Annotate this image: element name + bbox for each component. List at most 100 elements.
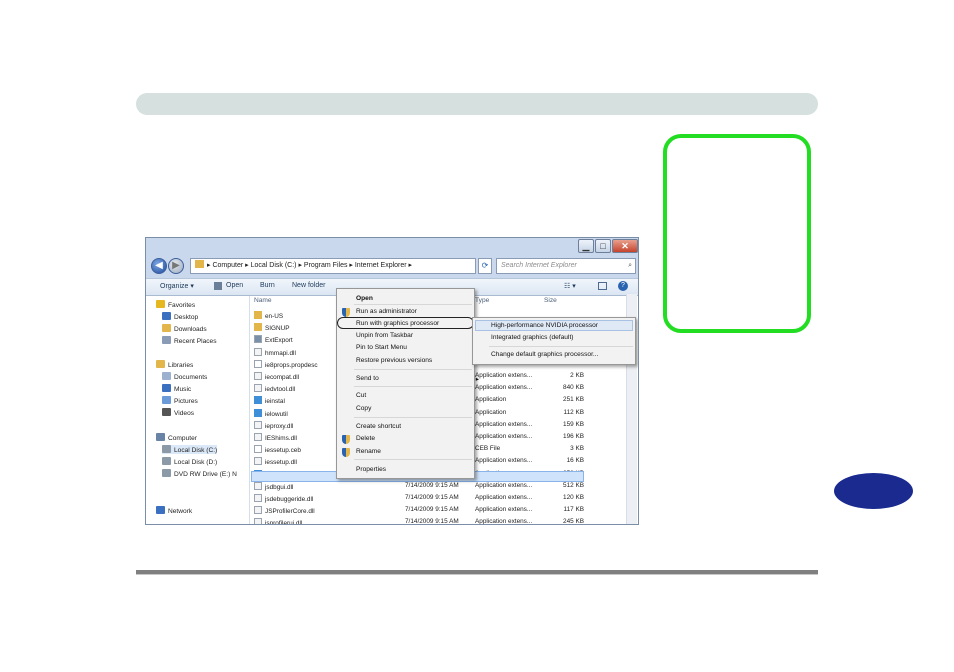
maximize-button[interactable]: □ [595, 239, 611, 253]
header-bar [136, 93, 818, 115]
context-menu-item-properties[interactable]: Properties [356, 466, 471, 473]
nav-item-label: Favorites [168, 302, 196, 309]
file-name: ielowutil [265, 410, 288, 418]
file-name: iessetup.ceb [265, 447, 301, 455]
nav-item-documents[interactable]: Documents [162, 372, 207, 381]
file-type: Application extens... [475, 457, 533, 465]
context-menu-item-rename[interactable]: Rename [342, 448, 471, 457]
preview-pane-icon[interactable] [598, 282, 607, 290]
nav-item-local-disk-d[interactable]: Local Disk (D:) [162, 457, 217, 466]
documents-icon [162, 372, 171, 380]
nav-item-downloads[interactable]: Downloads [162, 324, 207, 333]
submenu-item-change-default-graphics-processor[interactable]: Change default graphics processor... [491, 351, 598, 358]
nav-item-desktop[interactable]: Desktop [162, 312, 198, 321]
address-bar[interactable]: ▸ Computer ▸ Local Disk (C:) ▸ Program F… [190, 258, 476, 274]
page-tab [834, 473, 913, 509]
column-header-type[interactable]: Type [475, 297, 489, 304]
submenu-item-high-performance-nvidia-processor[interactable]: High-performance NVIDIA processor [491, 322, 598, 329]
column-header-name[interactable]: Name [254, 297, 272, 304]
search-input[interactable]: Search Internet Explorer ⌕ [496, 258, 636, 274]
file-type: Application extens... [475, 494, 533, 501]
forward-arrow-icon[interactable]: ▶ [168, 258, 184, 274]
context-menu-item-open[interactable]: Open [356, 295, 471, 302]
file-type: Application [475, 396, 507, 404]
file-type: Application extens... [475, 506, 533, 514]
menu-item-label: Copy [356, 405, 372, 412]
context-menu-item-copy[interactable]: Copy [356, 405, 471, 412]
context-menu-item-unpin-from-taskbar[interactable]: Unpin from Taskbar [356, 332, 471, 339]
nav-item-favorites[interactable]: Favorites [156, 300, 195, 309]
context-menu-item-create-shortcut[interactable]: Create shortcut [356, 423, 471, 430]
folder-icon [162, 324, 171, 332]
dvd-icon [162, 469, 171, 477]
menu-separator [354, 304, 472, 305]
context-menu-item-cut[interactable]: Cut [356, 392, 471, 399]
file-date: 7/14/2009 9:15 AM [405, 481, 459, 489]
file-row[interactable]: jsprofilerui.dll 7/14/2009 9:15 AM Applica… [254, 518, 634, 525]
nav-item-label: Desktop [174, 314, 199, 321]
file-size: 840 KB [563, 384, 584, 392]
organize-button[interactable]: Organize ▾ [160, 282, 194, 290]
file-size: 512 KB [563, 481, 584, 489]
menu-item-label: Send to [356, 375, 379, 382]
context-menu-item-restore-previous-versions[interactable]: Restore previous versions [356, 357, 471, 364]
refresh-icon[interactable]: ⟳ [478, 258, 492, 274]
file-type: Application extens... [475, 481, 533, 489]
nav-item-local-disk-c[interactable]: Local Disk (C:) [162, 445, 218, 454]
library-icon [156, 360, 165, 368]
file-row[interactable]: JSProfilerCore.dll 7/14/2009 9:15 AM Appli… [254, 506, 634, 517]
context-menu-item-run-as-administrator[interactable]: Run as administrator [342, 308, 471, 317]
context-menu-item-send-to[interactable]: Send to ▸ [356, 375, 479, 383]
nav-item-label: Local Disk (C:) [174, 447, 218, 454]
dll-icon [254, 384, 262, 393]
nav-item-computer[interactable]: Computer [156, 433, 197, 442]
nav-item-label: Downloads [174, 326, 207, 333]
recent-icon [162, 336, 171, 344]
back-arrow-icon[interactable]: ◀ [151, 258, 167, 274]
videos-icon [162, 408, 171, 416]
nav-item-music[interactable]: Music [162, 384, 191, 393]
menu-item-label: Cut [356, 392, 367, 399]
nav-item-label: Recent Places [174, 338, 217, 345]
menu-separator [354, 417, 472, 418]
desktop-icon [162, 312, 171, 320]
column-header-size[interactable]: Size [544, 297, 557, 304]
navigation-pane: Favorites Desktop Downloads Recent Places Li… [146, 296, 250, 524]
minimize-button[interactable]: ▁ [578, 239, 594, 253]
nav-item-pictures[interactable]: Pictures [162, 396, 198, 405]
nav-item-libraries[interactable]: Libraries [156, 360, 193, 369]
context-menu-item-pin-to-start-menu[interactable]: Pin to Start Menu [356, 344, 471, 351]
music-icon [162, 384, 171, 392]
help-icon[interactable]: ? [618, 281, 628, 291]
file-row[interactable]: jsdbgui.dll 7/14/2009 9:15 AM Application … [254, 481, 634, 493]
pictures-icon [162, 396, 171, 404]
file-size: 245 KB [563, 518, 584, 525]
file-name: ExtExport [265, 337, 293, 345]
file-name: JSProfilerCore.dll [265, 508, 315, 516]
nav-item-videos[interactable]: Videos [162, 408, 194, 417]
shield-icon [342, 308, 350, 317]
file-name: IEShims.dll [265, 435, 297, 442]
file-name: jsdbgui.dll [265, 483, 294, 491]
new-folder-button[interactable]: New folder [292, 282, 325, 289]
file-size: 112 KB [563, 408, 585, 416]
submenu-item-integrated-graphics-default[interactable]: Integrated graphics (default) [491, 334, 573, 341]
views-icon[interactable]: ☷ ▾ [564, 282, 576, 290]
file-row[interactable]: jsdebuggeride.dll 7/14/2009 9:15 AM Applic… [254, 494, 634, 505]
menu-item-label: Rename [356, 448, 381, 455]
explorer-window: ▁ □ ✕ ◀ ▶ ▸ Computer ▸ Local Disk (C:) ▸… [145, 237, 639, 525]
context-menu: Open Run as administrator Run with graphic… [336, 288, 479, 479]
nav-item-network[interactable]: Network [156, 506, 192, 515]
file-name: iecompat.dll [265, 374, 300, 381]
computer-icon [156, 433, 165, 441]
nav-item-dvd-rw-drive-e-n[interactable]: DVD RW Drive (E:) N [162, 469, 237, 478]
menu-item-label: Open [356, 295, 373, 302]
file-name: ie8props.propdesc [265, 361, 318, 369]
context-menu-item-run-with-graphics-processor[interactable]: Run with graphics processor▸ [356, 320, 479, 328]
nav-item-label: Pictures [174, 398, 198, 405]
burn-button[interactable]: Burn [260, 282, 275, 289]
nav-item-recent-places[interactable]: Recent Places [162, 336, 217, 345]
open-button[interactable]: Open [226, 282, 243, 289]
context-menu-item-delete[interactable]: Delete [342, 435, 471, 444]
close-button[interactable]: ✕ [612, 239, 638, 253]
